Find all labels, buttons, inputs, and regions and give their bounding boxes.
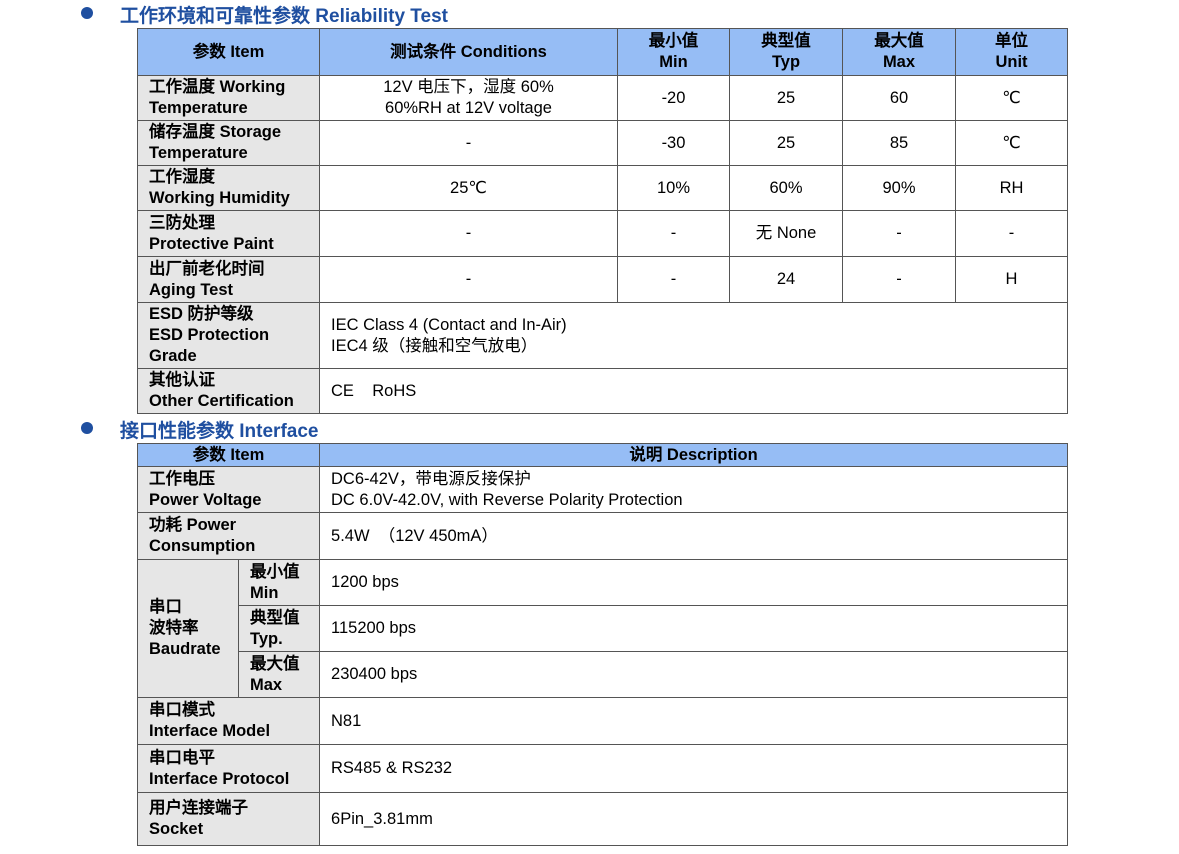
table-row: 串口 波特率 Baudrate 最小值 Min 1200 bps	[137, 559, 1069, 698]
table-row: 储存温度 Storage Temperature - -30 25 85 ℃	[137, 120, 1068, 166]
interface-header-row: 参数 Item 说明 Description	[136, 443, 1069, 467]
table-row: 工作温度 Working Temperature 12V 电压下，湿度 60% 60…	[137, 75, 1068, 121]
baudrate-max-value: 230400 bps	[319, 651, 1069, 698]
header-conditions: 测试条件 Conditions	[319, 28, 618, 76]
header-typ: 典型值 Typ	[729, 28, 843, 76]
esd-row: ESD 防护等级 ESD Protection Grade IEC Class 4 …	[137, 302, 1068, 369]
table-row: 串口电平 Interface Protocol RS485 & RS232	[136, 744, 1069, 793]
row-conditions: -	[319, 210, 618, 257]
row-conditions: 25℃	[319, 165, 618, 211]
row-max: -	[842, 210, 956, 257]
baudrate-min-value: 1200 bps	[319, 559, 1069, 606]
row-max: 85	[842, 120, 956, 166]
table-row: 典型值 Typ. 115200 bps	[138, 605, 1069, 652]
row-unit: -	[955, 210, 1068, 257]
header-description: 说明 Description	[319, 443, 1069, 467]
reliability-table: 参数 Item 测试条件 Conditions 最小值 Min 典型值 Typ 最大…	[137, 28, 1068, 414]
interface-heading-text: 接口性能参数 Interface	[120, 421, 319, 442]
table-row: 串口模式 Interface Model N81	[136, 697, 1069, 745]
row-typ: 无 None	[729, 210, 843, 257]
header-unit: 单位 Unit	[955, 28, 1068, 76]
table-row: 工作电压 Power Voltage DC6-42V，带电源反接保护 DC 6.0V…	[136, 466, 1069, 513]
table-row: 工作湿度 Working Humidity 25℃ 10% 60% 90% RH	[137, 165, 1068, 211]
row-unit: H	[955, 256, 1068, 303]
row-min: -	[617, 210, 730, 257]
socket-description: 6Pin_3.81mm	[319, 792, 1069, 846]
row-item: 三防处理 Protective Paint	[137, 210, 320, 257]
table-row: 出厂前老化时间 Aging Test - - 24 - H	[137, 256, 1068, 303]
power-consumption-description: 5.4W （12V 450mA）	[319, 512, 1069, 560]
baudrate-max-label: 最大值 Max	[237, 651, 321, 698]
certification-row: 其他认证 Other Certification CE RoHS	[137, 368, 1068, 414]
row-typ: 25	[729, 120, 843, 166]
esd-description: IEC Class 4 (Contact and In-Air) IEC4 级（接…	[319, 302, 1068, 369]
row-min: -20	[617, 75, 730, 121]
bullet-icon	[81, 422, 93, 434]
row-max: 90%	[842, 165, 956, 211]
row-min: -30	[617, 120, 730, 166]
interface-table: 参数 Item 说明 Description 工作电压 Power Voltage…	[136, 443, 1069, 846]
row-max: 60	[842, 75, 956, 121]
row-item: 工作湿度 Working Humidity	[137, 165, 320, 211]
row-conditions: -	[319, 256, 618, 303]
row-conditions: 12V 电压下，湿度 60% 60%RH at 12V voltage	[319, 75, 618, 121]
baudrate-item: 串口 波特率 Baudrate	[137, 559, 239, 698]
row-item: 工作温度 Working Temperature	[137, 75, 320, 121]
interface-protocol-description: RS485 & RS232	[319, 744, 1069, 793]
power-consumption-item: 功耗 Power Consumption	[136, 512, 321, 560]
row-unit: ℃	[955, 120, 1068, 166]
row-min: 10%	[617, 165, 730, 211]
esd-item: ESD 防护等级 ESD Protection Grade	[137, 302, 320, 369]
baudrate-typ-value: 115200 bps	[319, 605, 1069, 652]
header-max: 最大值 Max	[842, 28, 956, 76]
header-item: 参数 Item	[136, 443, 321, 467]
row-typ: 24	[729, 256, 843, 303]
certification-description: CE RoHS	[319, 368, 1068, 414]
table-row: 用户连接端子 Socket 6Pin_3.81mm	[136, 792, 1069, 846]
row-unit: RH	[955, 165, 1068, 211]
row-typ: 60%	[729, 165, 843, 211]
row-item: 储存温度 Storage Temperature	[137, 120, 320, 166]
power-voltage-description: DC6-42V，带电源反接保护 DC 6.0V-42.0V, with Rever…	[319, 466, 1069, 513]
socket-item: 用户连接端子 Socket	[136, 792, 321, 846]
baudrate-min-label: 最小值 Min	[237, 559, 321, 606]
bullet-icon	[81, 7, 93, 19]
interface-model-item: 串口模式 Interface Model	[136, 697, 321, 745]
reliability-header-row: 参数 Item 测试条件 Conditions 最小值 Min 典型值 Typ 最大…	[137, 28, 1068, 76]
table-row: 功耗 Power Consumption 5.4W （12V 450mA）	[136, 512, 1069, 560]
row-conditions: -	[319, 120, 618, 166]
row-item: 出厂前老化时间 Aging Test	[137, 256, 320, 303]
row-unit: ℃	[955, 75, 1068, 121]
certification-item: 其他认证 Other Certification	[137, 368, 320, 414]
baudrate-typ-label: 典型值 Typ.	[237, 605, 321, 652]
table-row: 最大值 Max 230400 bps	[138, 651, 1069, 698]
header-item: 参数 Item	[137, 28, 320, 76]
header-min: 最小值 Min	[617, 28, 730, 76]
row-typ: 25	[729, 75, 843, 121]
row-max: -	[842, 256, 956, 303]
row-min: -	[617, 256, 730, 303]
interface-protocol-item: 串口电平 Interface Protocol	[136, 744, 321, 793]
power-voltage-item: 工作电压 Power Voltage	[136, 466, 321, 513]
table-row: 三防处理 Protective Paint - - 无 None - -	[137, 210, 1068, 257]
reliability-heading-text: 工作环境和可靠性参数 Reliability Test	[120, 6, 448, 27]
interface-model-description: N81	[319, 697, 1069, 745]
